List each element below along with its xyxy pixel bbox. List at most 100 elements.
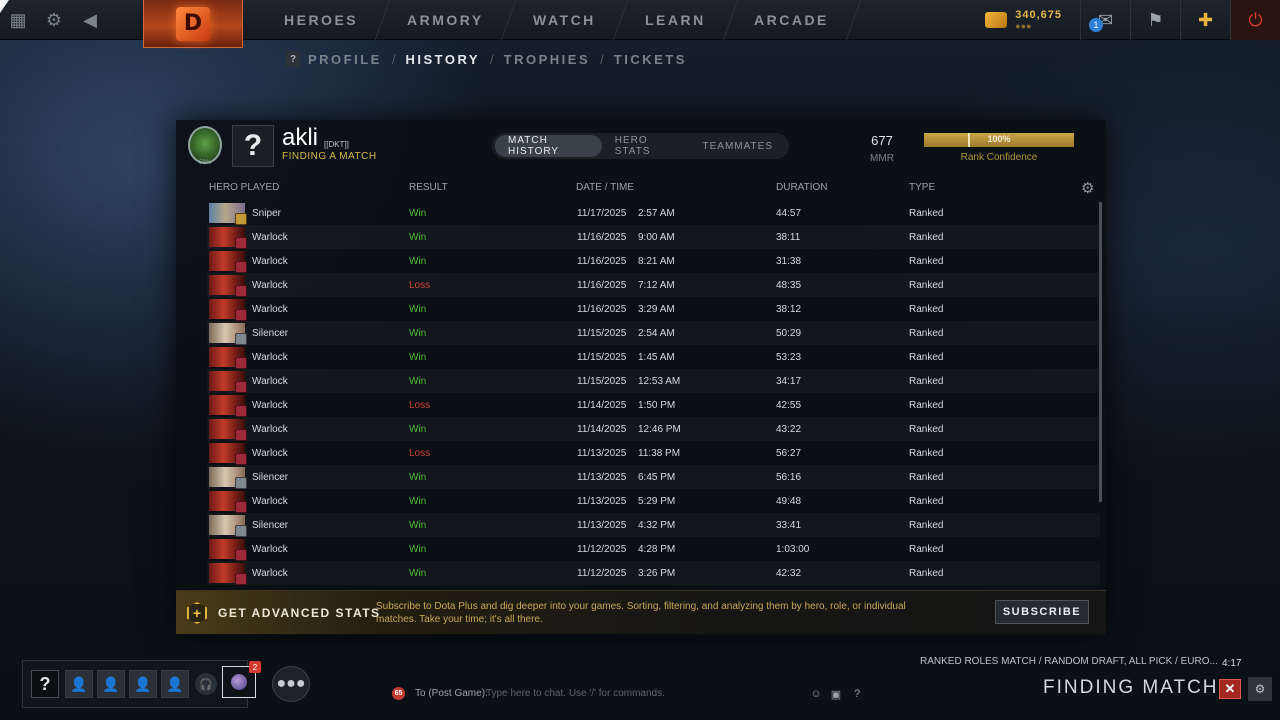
role-icon (235, 525, 247, 537)
mail-button[interactable]: ✉ 1 (1080, 0, 1130, 40)
subscribe-button[interactable]: SUBSCRIBE (995, 600, 1089, 624)
warlock-hero-icon (209, 227, 247, 249)
nav-learn[interactable]: LEARN (613, 0, 738, 40)
table-row[interactable]: Warlock Win 11/16/2025 3:29 AM 38:12 Ranked (207, 297, 1100, 321)
table-row[interactable]: Warlock Win 11/13/2025 5:29 PM 49:48 Ranked (207, 489, 1100, 513)
dota-plus-button[interactable]: ✚ (1180, 0, 1230, 40)
warlock-hero-icon (209, 299, 247, 321)
subnav-separator: / (600, 51, 604, 67)
match-time: 11:38 PM (638, 448, 681, 459)
nav-arcade[interactable]: ARCADE (723, 0, 862, 40)
tab-hero-stats[interactable]: HERO STATS (602, 135, 690, 157)
party-leader-avatar[interactable]: ? (31, 670, 59, 698)
match-date: 11/13/2025 (577, 472, 627, 483)
header-hero-played[interactable]: HERO PLAYED (209, 182, 279, 193)
table-row[interactable]: Warlock Win 11/16/2025 8:21 AM 31:38 Ranked (207, 249, 1100, 273)
silencer-hero-icon (209, 515, 247, 537)
match-date: 11/13/2025 (577, 448, 627, 459)
party-slot-empty[interactable]: 👤 (129, 670, 157, 698)
chat-wheel-icon[interactable]: ▣ (828, 686, 844, 702)
match-time: 4:28 PM (638, 544, 676, 555)
main-nav: HEROES ARMORY WATCH LEARN ARCADE (252, 0, 862, 40)
chat-channel-label[interactable]: To (Post Game): (415, 688, 488, 699)
matchmaking-settings-icon[interactable]: ⚙ (1248, 677, 1272, 701)
avatar[interactable]: ? (232, 125, 274, 167)
table-row[interactable]: Silencer Win 11/13/2025 6:45 PM 56:16 Ranked (207, 465, 1100, 489)
table-row[interactable]: Warlock Loss 11/14/2025 1:50 PM 42:55 Ranked (207, 393, 1100, 417)
nav-heroes[interactable]: HEROES (252, 0, 391, 40)
role-icon (235, 381, 247, 393)
hero-name: Sniper (252, 208, 281, 219)
hero-name: Silencer (252, 472, 289, 483)
party-slot-empty[interactable]: 👤 (161, 670, 189, 698)
nav-arcade-label: ARCADE (754, 12, 830, 28)
match-type: Ranked (909, 280, 944, 291)
warlock-hero-icon (209, 443, 247, 465)
nav-heroes-label: HEROES (284, 12, 359, 28)
chat-bar: 65 To (Post Game): Type here to chat. Us… (387, 683, 869, 705)
cancel-search-button[interactable]: ✕ (1219, 679, 1241, 699)
table-row[interactable]: Warlock Win 11/12/2025 4:28 PM 1:03:00 Ranked (207, 537, 1100, 561)
role-icon (235, 237, 247, 249)
subnav-profile[interactable]: PROFILE (308, 52, 382, 67)
table-row[interactable]: Warlock Loss 11/16/2025 7:12 AM 48:35 Ranked (207, 273, 1100, 297)
table-row[interactable]: Warlock Loss 11/13/2025 11:38 PM 56:27 Ranked (207, 441, 1100, 465)
rank-medal-icon[interactable] (188, 126, 222, 164)
table-row[interactable]: Warlock Win 11/15/2025 12:53 AM 34:17 Ranked (207, 369, 1100, 393)
match-list-scrollbar[interactable] (1099, 202, 1102, 502)
dota-plus-icon: ✚ (1197, 9, 1214, 30)
role-icon (235, 429, 247, 441)
dota-logo-button[interactable]: D (143, 0, 243, 48)
header-type[interactable]: TYPE (909, 182, 935, 193)
party-slot-empty[interactable]: 👤 (97, 670, 125, 698)
voice-chat-icon[interactable]: 🎧 (195, 673, 217, 695)
match-time: 5:29 PM (638, 496, 676, 507)
silencer-hero-icon (209, 467, 247, 489)
match-type: Ranked (909, 232, 944, 243)
table-row[interactable]: Warlock Win 11/14/2025 12:46 PM 43:22 Ranked (207, 417, 1100, 441)
armory-shortcut-button[interactable]: ⚑ (1130, 0, 1180, 40)
back-arrow-icon[interactable]: ◀ (72, 0, 108, 40)
match-duration: 34:17 (776, 376, 802, 387)
settings-gear-icon[interactable]: ⚙ (36, 0, 72, 40)
table-row[interactable]: Warlock Win 11/16/2025 9:00 AM 38:11 Ranked (207, 225, 1100, 249)
match-type: Ranked (909, 472, 944, 483)
table-settings-gear-icon[interactable]: ⚙ (1081, 179, 1094, 197)
table-row[interactable]: Silencer Win 11/13/2025 4:32 PM 33:41 Ranked (207, 513, 1100, 537)
table-row[interactable]: Warlock Win 11/15/2025 1:45 AM 53:23 Ranked (207, 345, 1100, 369)
hero-name: Warlock (252, 400, 288, 411)
tab-teammates[interactable]: TEAMMATES (690, 135, 786, 157)
header-result[interactable]: RESULT (409, 182, 448, 193)
hero-name: Warlock (252, 352, 288, 363)
role-icon (235, 285, 247, 297)
chat-help-icon[interactable]: ? (849, 686, 865, 702)
table-row[interactable]: Sniper Win 11/17/2025 2:57 AM 44:57 Ranked (207, 201, 1100, 225)
warlock-hero-icon (209, 347, 247, 369)
match-date: 11/14/2025 (577, 400, 627, 411)
warlock-hero-icon (209, 539, 247, 561)
shards-display[interactable]: 340,675 ●●● (985, 9, 1062, 31)
subnav-trophies[interactable]: TROPHIES (504, 52, 590, 67)
role-icon (235, 573, 247, 585)
chat-input[interactable]: Type here to chat. Use '/' for commands. (486, 688, 665, 699)
header-duration[interactable]: DURATION (776, 182, 827, 193)
subnav-tickets[interactable]: TICKETS (614, 52, 687, 67)
chat-channels-button[interactable]: ●●● (272, 666, 310, 702)
subnav-history[interactable]: HISTORY (405, 52, 480, 67)
mmr-display: 677 MMR (866, 133, 898, 164)
match-duration: 53:23 (776, 352, 802, 363)
emoji-icon[interactable]: ☺ (808, 686, 824, 702)
nav-armory[interactable]: ARMORY (375, 0, 517, 40)
party-slot-empty[interactable]: 👤 (65, 670, 93, 698)
role-icon (235, 213, 247, 225)
quit-button[interactable]: ⏻ (1230, 0, 1280, 40)
rank-confidence: 100% Rank Confidence (924, 133, 1074, 163)
header-date-time[interactable]: DATE / TIME (576, 182, 634, 193)
help-icon[interactable]: ? (286, 51, 300, 67)
table-row[interactable]: Silencer Win 11/15/2025 2:54 AM 50:29 Ranked (207, 321, 1100, 345)
match-result: Loss (409, 448, 431, 459)
tab-match-history[interactable]: MATCH HISTORY (495, 135, 602, 157)
friends-button[interactable]: 2 (222, 661, 261, 698)
nav-watch[interactable]: WATCH (501, 0, 628, 40)
table-row[interactable]: Warlock Win 11/12/2025 3:26 PM 42:32 Ranked (207, 561, 1100, 585)
